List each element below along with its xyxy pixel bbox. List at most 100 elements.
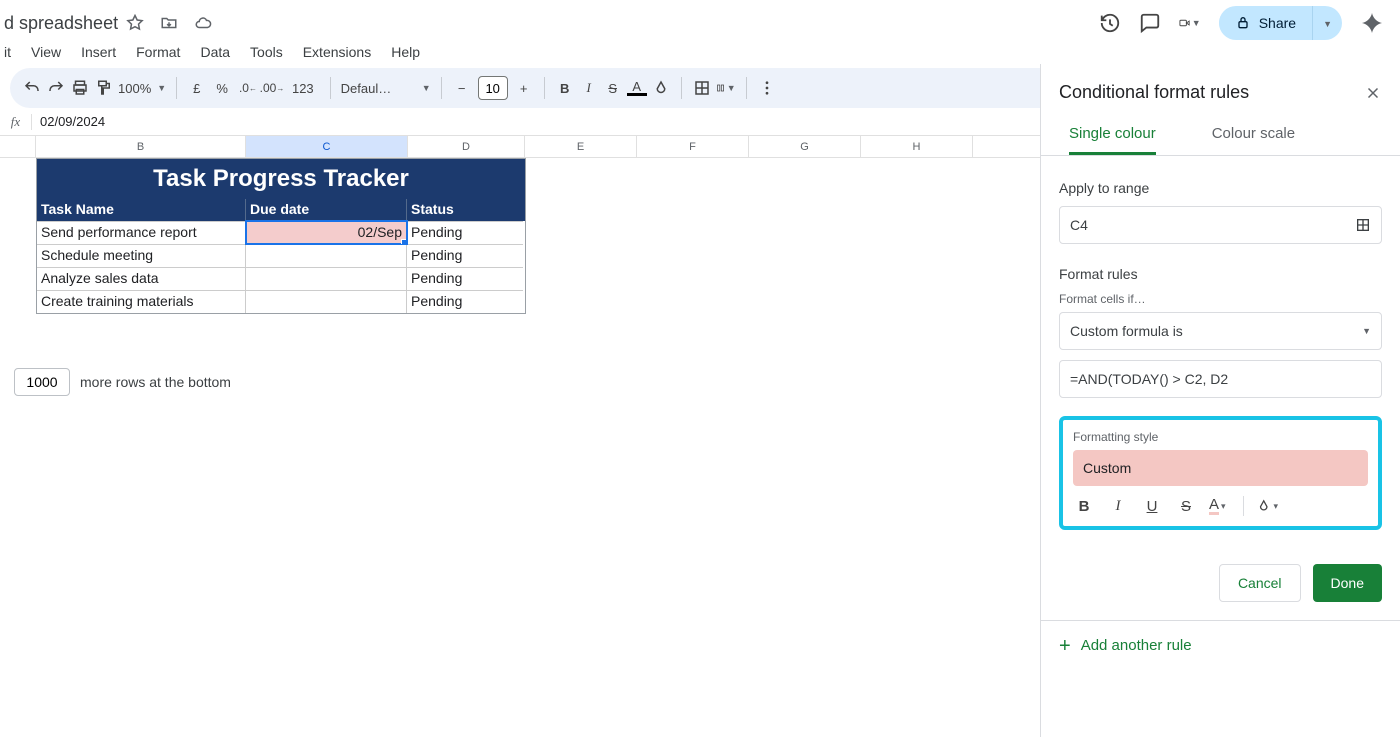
style-buttons: B I U S A▾ ▾ xyxy=(1073,496,1368,516)
column-header-g[interactable]: G xyxy=(749,136,861,157)
increase-font-icon[interactable]: + xyxy=(514,78,534,98)
menu-tools[interactable]: Tools xyxy=(250,44,283,60)
grid-select-icon[interactable] xyxy=(1355,217,1371,233)
strikethrough-icon[interactable]: S xyxy=(603,78,623,98)
table-row[interactable]: Schedule meeting Pending xyxy=(37,244,525,267)
text-color-icon[interactable]: A▾ xyxy=(1209,498,1231,515)
font-size-input[interactable] xyxy=(478,76,508,100)
bold-icon[interactable]: B xyxy=(555,78,575,98)
font-selector[interactable]: Defaul… ▼ xyxy=(341,81,431,96)
currency-button[interactable]: £ xyxy=(187,81,206,96)
condition-value: Custom formula is xyxy=(1070,323,1183,339)
column-header-f[interactable]: F xyxy=(637,136,749,157)
close-icon[interactable] xyxy=(1364,84,1382,102)
cell-status: Pending xyxy=(407,290,523,313)
zoom-value: 100% xyxy=(118,81,151,96)
cell-due xyxy=(246,290,407,313)
col-status-header: Status xyxy=(407,199,523,221)
cell-status: Pending xyxy=(407,267,523,290)
comment-icon[interactable] xyxy=(1139,12,1161,34)
cancel-button[interactable]: Cancel xyxy=(1219,564,1301,602)
done-button[interactable]: Done xyxy=(1313,564,1382,602)
menu-help[interactable]: Help xyxy=(391,44,420,60)
strikethrough-icon[interactable]: S xyxy=(1175,498,1197,515)
formatting-style-label: Formatting style xyxy=(1073,430,1368,444)
tracker-title: Task Progress Tracker xyxy=(37,159,525,199)
menu-insert[interactable]: Insert xyxy=(81,44,116,60)
borders-icon[interactable] xyxy=(692,78,712,98)
cell-task: Schedule meeting xyxy=(37,244,246,267)
move-icon[interactable] xyxy=(160,14,178,32)
column-header-h[interactable]: H xyxy=(861,136,973,157)
formula-input[interactable]: 02/09/2024 xyxy=(32,114,105,129)
underline-icon[interactable]: U xyxy=(1141,498,1163,515)
style-preview[interactable]: Custom xyxy=(1073,450,1368,486)
cell-task: Analyze sales data xyxy=(37,267,246,290)
cell-due-selected[interactable]: 02/Sep xyxy=(246,221,407,244)
gemini-icon[interactable] xyxy=(1360,11,1384,35)
menu-view[interactable]: View xyxy=(31,44,61,60)
range-input[interactable]: C4 xyxy=(1059,206,1382,244)
tracker-table: Task Progress Tracker Task Name Due date… xyxy=(36,158,526,314)
add-rule-button[interactable]: + Add another rule xyxy=(1041,620,1400,670)
cell-due xyxy=(246,244,407,267)
merge-icon[interactable]: ▼ xyxy=(716,78,736,98)
column-header-c[interactable]: C xyxy=(246,136,408,157)
zoom-selector[interactable]: 100% ▼ xyxy=(118,81,166,96)
document-title[interactable]: d spreadsheet xyxy=(0,13,118,34)
format-123-button[interactable]: 123 xyxy=(286,81,320,96)
condition-select[interactable]: Custom formula is ▼ xyxy=(1059,312,1382,350)
chevron-down-icon: ▼ xyxy=(157,83,166,93)
col-due-header: Due date xyxy=(246,199,407,221)
formula-text: =AND(TODAY() > C2, D2 xyxy=(1070,371,1228,387)
percent-button[interactable]: % xyxy=(210,81,234,96)
increase-decimal-icon[interactable]: .00→ xyxy=(262,78,282,98)
menu-edit[interactable]: it xyxy=(4,44,11,60)
italic-icon[interactable]: I xyxy=(579,78,599,98)
tab-colour-scale[interactable]: Colour scale xyxy=(1212,115,1295,155)
formatting-style-block: Formatting style Custom B I U S A▾ ▾ xyxy=(1059,416,1382,530)
column-header-d[interactable]: D xyxy=(408,136,525,157)
add-rows-control: more rows at the bottom xyxy=(14,368,231,396)
text-color-icon[interactable]: A xyxy=(627,80,647,96)
menu-format[interactable]: Format xyxy=(136,44,180,60)
apply-range-label: Apply to range xyxy=(1059,180,1382,196)
cell-due xyxy=(246,267,407,290)
panel-buttons: Cancel Done xyxy=(1041,546,1400,620)
fill-color-icon[interactable] xyxy=(651,78,671,98)
history-icon[interactable] xyxy=(1099,12,1121,34)
menu-extensions[interactable]: Extensions xyxy=(303,44,371,60)
share-button[interactable]: Share xyxy=(1219,7,1312,39)
share-dropdown[interactable]: ▼ xyxy=(1312,6,1342,40)
column-header-e[interactable]: E xyxy=(525,136,637,157)
format-cells-if-label: Format cells if… xyxy=(1059,292,1382,306)
cell-status: Pending xyxy=(407,221,523,244)
column-header-b[interactable]: B xyxy=(36,136,246,157)
redo-icon[interactable] xyxy=(46,78,66,98)
table-row[interactable]: Analyze sales data Pending xyxy=(37,267,525,290)
more-icon[interactable] xyxy=(757,78,777,98)
bold-icon[interactable]: B xyxy=(1073,498,1095,515)
tab-single-colour[interactable]: Single colour xyxy=(1069,115,1156,155)
print-icon[interactable] xyxy=(70,78,90,98)
table-row[interactable]: Send performance report 02/Sep Pending xyxy=(37,221,525,244)
meet-icon[interactable]: ▼ xyxy=(1179,12,1201,34)
undo-icon[interactable] xyxy=(22,78,42,98)
formula-field[interactable]: =AND(TODAY() > C2, D2 xyxy=(1059,360,1382,398)
chevron-down-icon: ▼ xyxy=(422,83,431,93)
table-row[interactable]: Create training materials Pending xyxy=(37,290,525,313)
share-button-group: Share ▼ xyxy=(1219,6,1342,40)
decrease-font-icon[interactable]: − xyxy=(452,78,472,98)
italic-icon[interactable]: I xyxy=(1107,498,1129,515)
star-icon[interactable] xyxy=(126,14,144,32)
fill-color-icon[interactable]: ▾ xyxy=(1256,498,1278,514)
cloud-icon[interactable] xyxy=(194,14,212,32)
title-bar: d spreadsheet ▼ Share xyxy=(0,0,1400,40)
col-task-header: Task Name xyxy=(37,199,246,221)
menu-data[interactable]: Data xyxy=(200,44,230,60)
add-rows-input[interactable] xyxy=(14,368,70,396)
decrease-decimal-icon[interactable]: .0← xyxy=(238,78,258,98)
paint-format-icon[interactable] xyxy=(94,78,114,98)
conditional-format-panel: Conditional format rules Single colour C… xyxy=(1040,64,1400,737)
fx-label: fx xyxy=(0,114,32,130)
